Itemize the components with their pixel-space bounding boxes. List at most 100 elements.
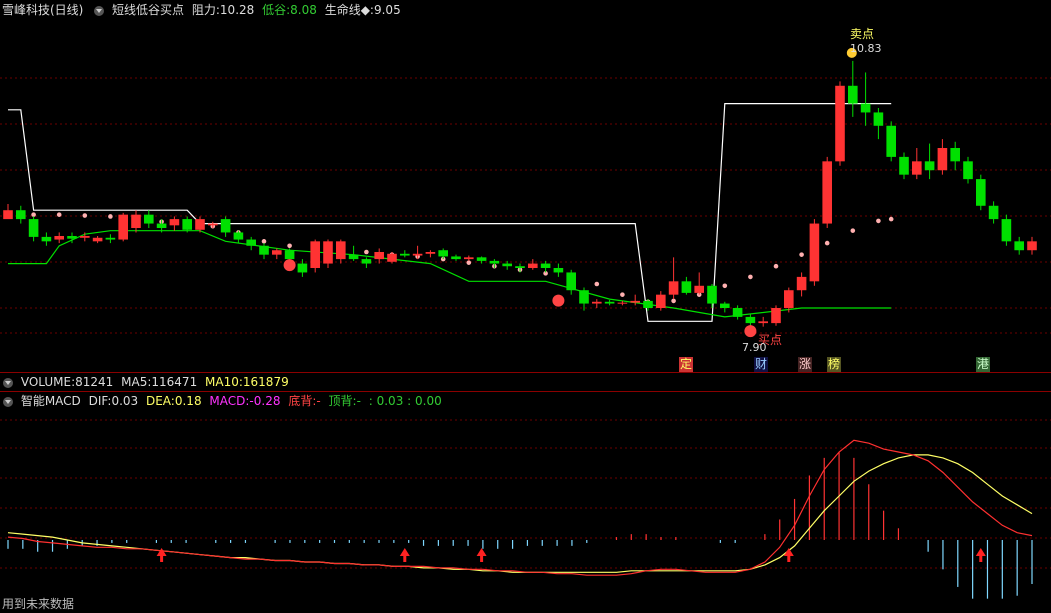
candle-body xyxy=(758,321,768,324)
up-arrow-icon xyxy=(975,548,986,562)
candle-body xyxy=(643,300,653,308)
candle-body xyxy=(259,245,269,255)
candle-body xyxy=(899,156,909,175)
life-dot xyxy=(594,281,600,287)
candle-body xyxy=(489,260,500,264)
candle-body xyxy=(118,214,128,240)
candle-body xyxy=(656,294,666,308)
candle-body xyxy=(246,239,256,246)
life-dot xyxy=(850,228,856,233)
life-dot xyxy=(82,213,88,218)
candle-body xyxy=(630,300,640,303)
life-dot xyxy=(888,216,894,222)
candle-body xyxy=(668,281,679,295)
candle-body xyxy=(233,232,244,240)
candle-body xyxy=(272,250,282,255)
candle-body xyxy=(924,161,935,171)
candle-body xyxy=(604,301,615,304)
candle-body xyxy=(336,241,346,260)
candle-body xyxy=(438,250,448,257)
candle-body xyxy=(144,214,154,224)
life-dot xyxy=(287,243,292,249)
candle-body xyxy=(348,254,359,260)
buy-marker-icon xyxy=(552,294,565,307)
life-dot xyxy=(671,298,676,304)
stock-chart[interactable]: 卖点 10.83 买点 7.90 xyxy=(0,0,1051,613)
up-arrow-icon xyxy=(476,548,487,562)
candle-body xyxy=(835,85,845,162)
candle-body xyxy=(374,252,384,260)
candle-body xyxy=(169,219,180,226)
candle-body xyxy=(105,237,116,240)
candle-body xyxy=(745,316,756,324)
candle-body xyxy=(681,281,692,293)
candle-body xyxy=(502,263,512,267)
candle-body xyxy=(464,257,474,260)
candle-body xyxy=(617,302,628,304)
candle-body xyxy=(80,236,90,238)
candle-body xyxy=(822,161,832,224)
up-arrow-icon xyxy=(783,548,794,562)
high-price-label: 10.83 xyxy=(850,42,882,55)
candle-body xyxy=(323,241,333,264)
candle-body xyxy=(771,308,781,324)
candle-body xyxy=(297,263,308,273)
candle-body xyxy=(848,85,858,104)
candle-body xyxy=(1001,219,1012,242)
candle-body xyxy=(476,257,487,261)
candle-body xyxy=(963,161,973,180)
candle-body xyxy=(937,148,948,171)
life-dot xyxy=(773,263,779,269)
candle-body xyxy=(976,179,986,206)
life-dot xyxy=(466,260,472,265)
candle-body xyxy=(156,223,167,228)
candle-body xyxy=(451,256,461,260)
candle-body xyxy=(361,259,372,264)
candle-body xyxy=(784,290,794,308)
candle-body xyxy=(566,272,576,291)
candle-body xyxy=(3,210,13,220)
candle-body xyxy=(720,303,730,308)
candle-body xyxy=(912,161,922,175)
candle-body xyxy=(860,103,871,113)
candle-body xyxy=(16,210,26,220)
life-dot xyxy=(31,212,36,217)
candle-body xyxy=(387,253,397,262)
candle-body xyxy=(707,285,717,304)
life-dot xyxy=(799,252,804,257)
candle-body xyxy=(988,205,999,220)
candle-body xyxy=(732,308,743,317)
candle-body xyxy=(592,301,602,304)
candle-body xyxy=(28,219,39,237)
candle-body xyxy=(67,236,77,239)
candle-body xyxy=(579,290,589,304)
life-dot xyxy=(722,283,728,289)
life-dot xyxy=(108,214,113,219)
candle-body xyxy=(873,112,884,126)
candle-body xyxy=(553,268,564,273)
low-price-label: 7.90 xyxy=(742,341,767,354)
candle-body xyxy=(310,241,320,268)
candle-body xyxy=(528,263,538,268)
life-dot xyxy=(876,218,881,224)
buy-marker-icon xyxy=(283,259,296,272)
life-dot xyxy=(56,212,62,217)
candle-body xyxy=(515,266,525,268)
candle-body xyxy=(425,252,436,254)
candle-body xyxy=(540,263,551,268)
candle-body xyxy=(950,148,960,162)
candle-body xyxy=(796,276,807,291)
up-arrow-icon xyxy=(399,548,410,562)
life-dot xyxy=(261,239,267,244)
candle-body xyxy=(1014,241,1024,251)
life-dot xyxy=(364,249,369,255)
candle-body xyxy=(1027,241,1037,251)
life-dot xyxy=(620,292,625,297)
candle-body xyxy=(182,219,192,230)
candle-body xyxy=(131,214,141,228)
life-line xyxy=(8,230,892,318)
candle-body xyxy=(694,285,704,293)
resistance-line xyxy=(8,103,892,322)
life-dot xyxy=(824,240,830,246)
buy-marker-icon xyxy=(744,325,757,338)
